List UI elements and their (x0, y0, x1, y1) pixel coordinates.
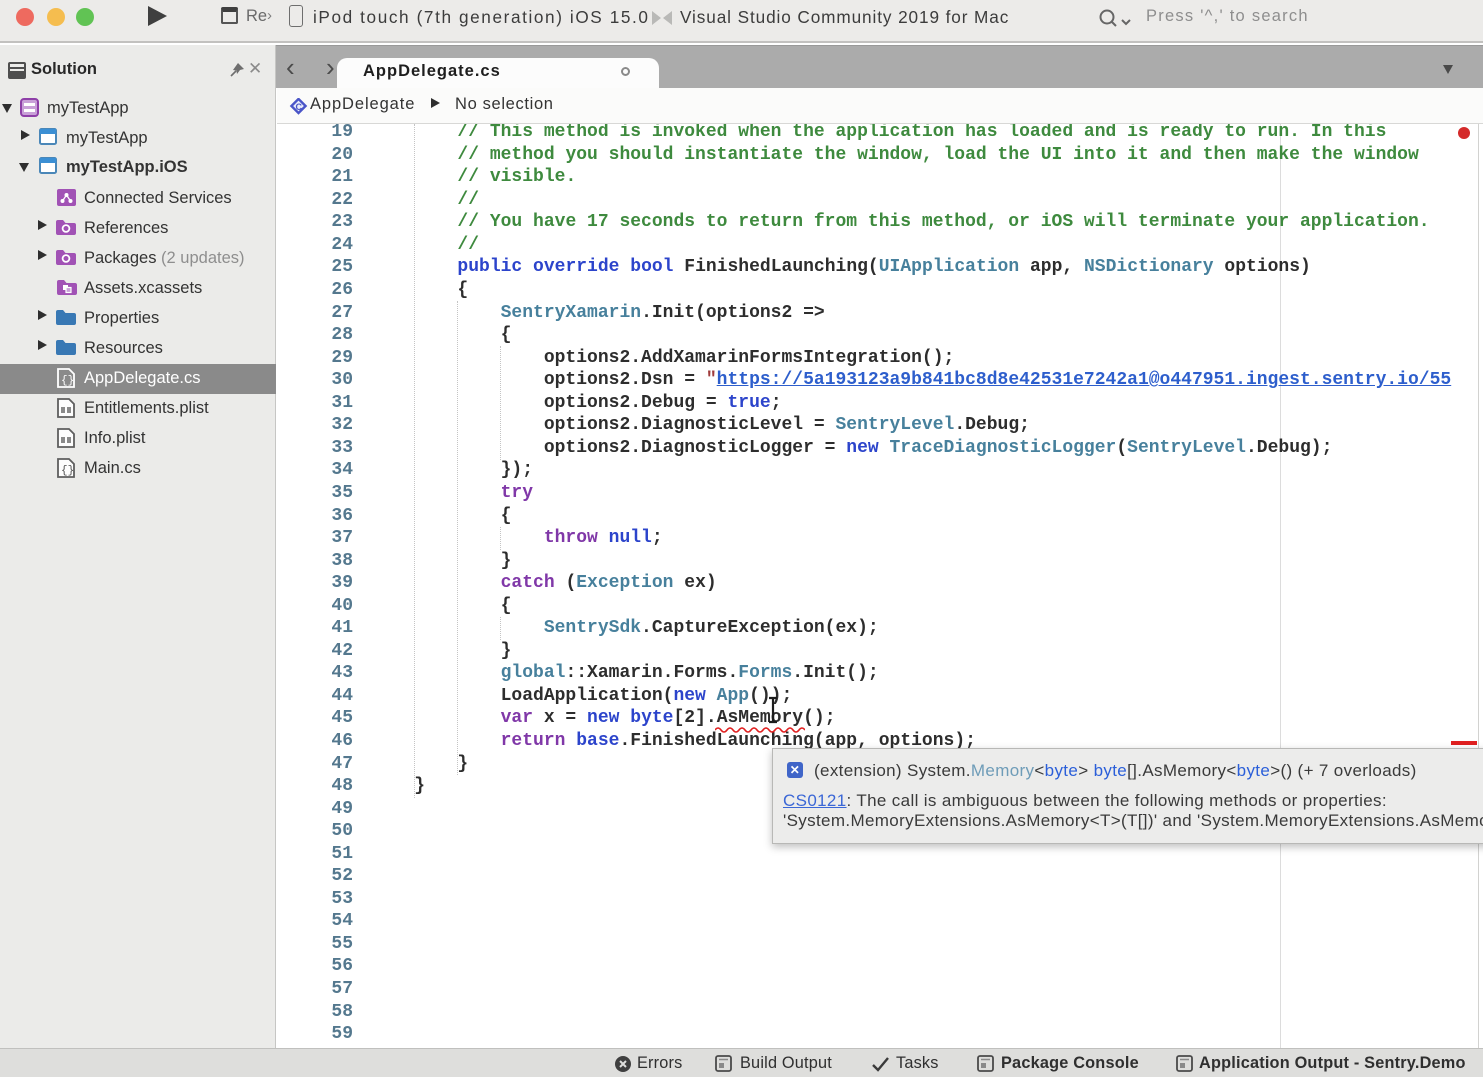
svg-text:C: C (296, 102, 303, 112)
svg-text:{}: {} (61, 375, 74, 387)
svg-text:{}: {} (61, 465, 74, 477)
